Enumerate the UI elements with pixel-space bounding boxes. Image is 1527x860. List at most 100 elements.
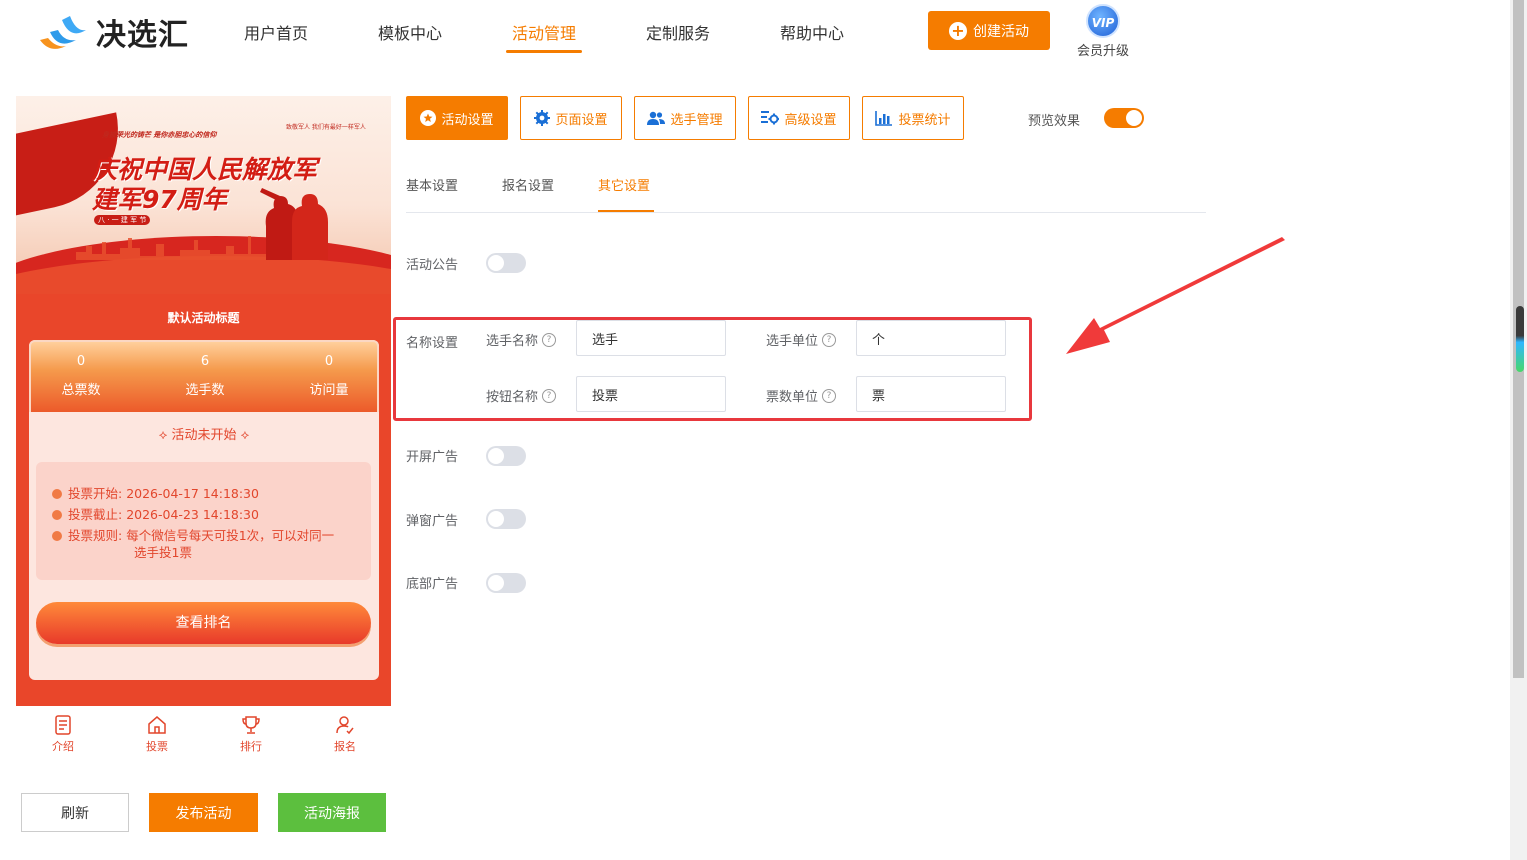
subtab-active-underline xyxy=(598,210,654,212)
popup-ad-label: 弹窗广告 xyxy=(406,514,459,529)
logo-icon xyxy=(40,16,86,49)
name-settings-highlight xyxy=(393,317,1032,421)
nav-active-underline xyxy=(506,50,582,53)
preview-banner: 身披荣光的铸芒 是你赤胆忠心的信仰 致敬军人 我们有最好一样军人 庆祝中国人民解… xyxy=(16,96,391,294)
banner-title-line2: 建军97周年 xyxy=(92,185,227,214)
vote-start-label: 投票开始: xyxy=(68,486,123,501)
trophy-icon xyxy=(242,716,260,734)
logo[interactable]: 决选汇 xyxy=(36,10,189,54)
phone-preview: 身披荣光的铸芒 是你赤胆忠心的信仰 致敬军人 我们有最好一样军人 庆祝中国人民解… xyxy=(16,96,391,706)
tab-intro-label: 介绍 xyxy=(52,740,74,753)
vote-start-line: 投票开始: 2026-04-17 14:18:30 xyxy=(52,483,259,502)
tab-signup[interactable]: 报名 xyxy=(315,714,375,754)
users-icon xyxy=(647,111,666,125)
gear-icon xyxy=(534,110,551,126)
vote-info-box: 投票开始: 2026-04-17 14:18:30 投票截止: 2026-04-… xyxy=(36,462,371,580)
subtab-divider xyxy=(406,212,1206,213)
create-activity-button[interactable]: + 创建活动 xyxy=(928,11,1050,50)
user-check-icon xyxy=(336,716,354,735)
tab-ranking-label: 排行 xyxy=(240,740,262,753)
vote-rule-value: 每个微信号每天可投1次，可以对同一 xyxy=(126,528,335,543)
tab-vote-label: 投票 xyxy=(146,740,168,753)
banner-tag: 八 · 一 建 军 节 xyxy=(94,215,151,225)
bottom-ad-label: 底部广告 xyxy=(406,577,459,592)
page-scrollbar[interactable] xyxy=(1510,0,1527,860)
activity-status: ⟡ 活动未开始 ⟡ xyxy=(29,424,379,443)
refresh-button[interactable]: 刷新 xyxy=(21,793,129,832)
subtab-signup-settings[interactable]: 报名设置 xyxy=(502,175,554,194)
subtab-basic-settings[interactable]: 基本设置 xyxy=(406,175,458,194)
stat-players-value: 6 xyxy=(200,354,210,369)
stat-visits-label: 访问量 xyxy=(309,383,349,398)
popup-ad-toggle[interactable] xyxy=(486,509,526,529)
dove-icon: ⟡ xyxy=(158,428,168,443)
activity-settings-label: 活动设置 xyxy=(441,112,494,128)
side-float-widget[interactable] xyxy=(1516,306,1524,372)
nav-template-center[interactable]: 模板中心 xyxy=(378,20,442,44)
subtab-other-settings[interactable]: 其它设置 xyxy=(598,175,650,194)
stats-panel: 0 总票数 6 选手数 0 访问量 xyxy=(29,340,379,412)
advanced-settings-label: 高级设置 xyxy=(784,112,837,128)
document-icon xyxy=(55,715,71,735)
activity-title: 默认活动标题 xyxy=(167,311,240,325)
clock-icon xyxy=(52,510,62,520)
soldiers-silhouette xyxy=(260,188,328,260)
preview-effect-toggle[interactable] xyxy=(1104,108,1144,128)
stat-total-votes: 0 总票数 xyxy=(31,354,131,398)
vote-end-line: 投票截止: 2026-04-23 14:18:30 xyxy=(52,504,259,523)
bottom-ad-toggle[interactable] xyxy=(486,573,526,593)
banner-slogan-secondary: 致敬军人 我们有最好一样军人 xyxy=(286,124,366,131)
vote-end-label: 投票截止: xyxy=(68,507,123,522)
stat-total-votes-label: 总票数 xyxy=(61,383,101,398)
tab-vote[interactable]: 投票 xyxy=(127,714,187,754)
splash-ad-toggle[interactable] xyxy=(486,446,526,466)
tab-intro[interactable]: 介绍 xyxy=(33,714,93,754)
stat-visits: 0 访问量 xyxy=(279,354,379,398)
phone-tabbar: 介绍 投票 排行 报名 xyxy=(16,706,391,760)
star-circle-icon xyxy=(420,110,437,126)
clock-icon xyxy=(52,489,62,499)
stat-players: 6 选手数 xyxy=(155,354,255,398)
vip-upgrade-label: 会员升级 xyxy=(1076,44,1129,59)
plus-circle-icon: + xyxy=(949,21,967,40)
home-icon xyxy=(148,716,166,734)
vote-statistics-button[interactable]: 投票统计 xyxy=(862,96,964,140)
vote-statistics-label: 投票统计 xyxy=(898,112,951,128)
red-arrow-annotation xyxy=(1066,237,1285,354)
settings-list-icon xyxy=(761,111,780,125)
vip-upgrade[interactable]: VIP 会员升级 xyxy=(1074,4,1132,59)
nav-user-home[interactable]: 用户首页 xyxy=(244,20,308,44)
nav-custom-service[interactable]: 定制服务 xyxy=(646,20,710,44)
announcement-toggle[interactable] xyxy=(486,253,526,273)
vip-badge-icon: VIP xyxy=(1086,4,1120,38)
activity-settings-button[interactable]: 活动设置 xyxy=(406,96,508,140)
publish-activity-button[interactable]: 发布活动 xyxy=(149,793,258,832)
banner-slogan: 身披荣光的铸芒 是你赤胆忠心的信仰 xyxy=(102,131,217,139)
stat-visits-value: 0 xyxy=(324,354,334,369)
logo-text: 决选汇 xyxy=(96,18,189,53)
vote-rule-line2: 选手投1票 xyxy=(134,545,192,560)
vote-rule-label: 投票规则: xyxy=(68,528,123,543)
page-settings-label: 页面设置 xyxy=(555,112,608,128)
stat-total-votes-value: 0 xyxy=(76,354,86,369)
vote-end-value: 2026-04-23 14:18:30 xyxy=(126,507,259,522)
activity-card: 0 总票数 6 选手数 0 访问量 ⟡ 活动未开始 ⟡ 投票开始: 2026-0… xyxy=(29,340,379,680)
announcement-label: 活动公告 xyxy=(406,258,459,273)
advanced-settings-button[interactable]: 高级设置 xyxy=(748,96,850,140)
vote-start-value: 2026-04-17 14:18:30 xyxy=(126,486,259,501)
info-icon xyxy=(52,531,62,541)
page-settings-button[interactable]: 页面设置 xyxy=(520,96,622,140)
nav-activity-management[interactable]: 活动管理 xyxy=(512,20,576,44)
view-ranking-button[interactable]: 查看排名 xyxy=(36,602,371,644)
nav-help-center[interactable]: 帮助中心 xyxy=(780,20,844,44)
activity-status-text: 活动未开始 xyxy=(171,428,237,443)
player-management-label: 选手管理 xyxy=(670,112,723,128)
preview-effect-label: 预览效果 xyxy=(1028,114,1081,129)
create-activity-label: 创建活动 xyxy=(973,23,1029,40)
tab-ranking[interactable]: 排行 xyxy=(221,714,281,754)
activity-poster-button[interactable]: 活动海报 xyxy=(278,793,386,832)
player-management-button[interactable]: 选手管理 xyxy=(634,96,736,140)
splash-ad-label: 开屏广告 xyxy=(406,450,459,465)
tab-signup-label: 报名 xyxy=(334,740,356,753)
dove-icon: ⟡ xyxy=(240,428,250,443)
